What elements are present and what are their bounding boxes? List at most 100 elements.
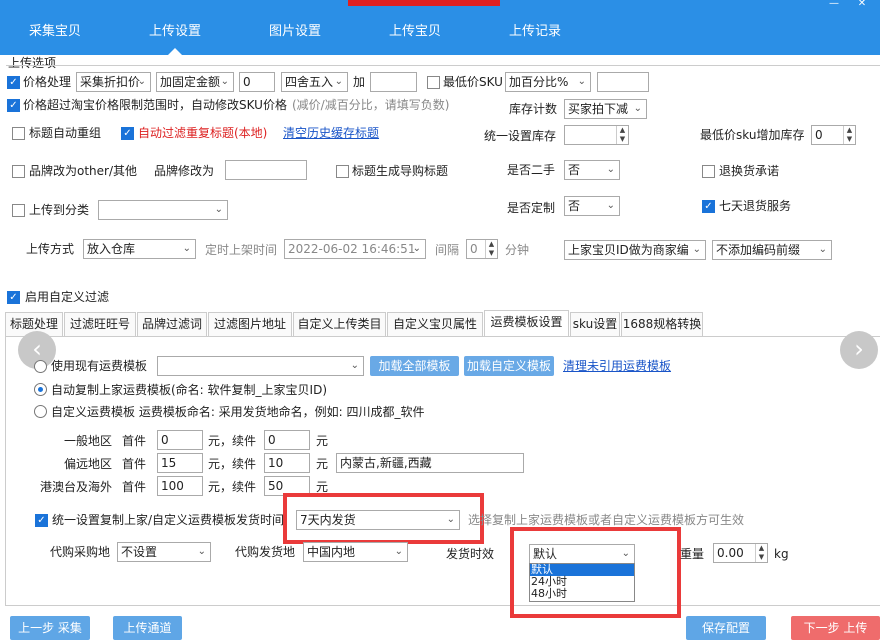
region-first-input[interactable]: 15	[157, 453, 203, 473]
min-sku-stock-input[interactable]: 0 ▲ ▼	[811, 125, 856, 145]
price-round-select[interactable]: 四舍五入 ⌄	[281, 72, 348, 92]
minimize-button[interactable]: —	[828, 0, 840, 9]
nav-tab-upload-records[interactable]: 上传记录	[485, 12, 585, 55]
next-step-button[interactable]: 下一步 上传	[791, 616, 880, 640]
upload-mode-select[interactable]: 放入仓库 ⌄	[83, 239, 196, 259]
title-reorg-label: 标题自动重组	[29, 126, 102, 140]
tab-custom-attr[interactable]: 自定义宝贝属性	[387, 312, 483, 337]
auto-copy-radio[interactable]	[34, 383, 47, 396]
nav-tab-upload-items[interactable]: 上传宝贝	[365, 12, 465, 55]
seven-days-checkbox[interactable]: ✓	[702, 200, 715, 213]
price-add-input[interactable]	[370, 72, 417, 92]
lowest-sku-mode-select[interactable]: 加百分比% ⌄	[505, 72, 591, 92]
stepper-icon[interactable]: ▲ ▼	[616, 126, 628, 144]
tab-filter-image[interactable]: 过滤图片地址	[208, 312, 292, 337]
prev-step-button[interactable]: 上一步 采集	[10, 616, 90, 640]
title-filter-checkbox[interactable]: ✓	[121, 127, 134, 140]
category-select[interactable]: ⌄	[98, 200, 228, 220]
tab-freight[interactable]: 运费模板设置	[484, 310, 569, 337]
price-limit-checkbox[interactable]: ✓	[7, 99, 20, 112]
price-label: 价格处理	[23, 75, 72, 89]
prefix-select[interactable]: 不添加编码前缀 ⌄	[712, 240, 832, 260]
weight-unit: kg	[774, 547, 789, 561]
load-all-button[interactable]: 加载全部模板	[370, 356, 459, 376]
tab-1688-spec[interactable]: 1688规格转换	[621, 312, 703, 337]
price-op-select[interactable]: 加固定金额 ⌄	[156, 72, 234, 92]
category-checkbox[interactable]	[12, 204, 25, 217]
region-cont-label: 元，续件	[208, 480, 257, 494]
guide-title-checkbox[interactable]	[336, 165, 349, 178]
nav-tab-collect[interactable]: 采集宝贝	[5, 12, 105, 55]
lowest-sku-checkbox[interactable]	[427, 76, 440, 89]
brand-other-checkbox[interactable]	[12, 165, 25, 178]
upload-channel-button[interactable]: 上传通道	[113, 616, 182, 640]
clear-cache-link[interactable]: 清空历史缓存标题	[283, 124, 379, 142]
clean-unused-link[interactable]: 清理未引用运费模板	[563, 357, 671, 375]
tab-brand-filter[interactable]: 品牌过滤词	[137, 312, 207, 337]
save-config-button[interactable]: 保存配置	[686, 616, 766, 640]
min-sku-stock-label: 最低价sku增加库存	[700, 128, 805, 142]
tab-filter-wangwang[interactable]: 过滤旺旺号	[64, 312, 136, 337]
merchant-code-select[interactable]: 上家宝贝ID做为商家编 ⌄	[564, 240, 706, 260]
custom-made-select[interactable]: 否 ⌄	[564, 196, 620, 216]
region-first-input[interactable]: 0	[157, 430, 203, 450]
region-first-label: 首件	[122, 480, 147, 494]
price-add-label: 加	[353, 75, 366, 89]
timeliness-dropdown: 默认 24小时 48小时	[529, 563, 635, 602]
custom-template-radio[interactable]	[34, 405, 47, 418]
dropdown-option[interactable]: 48小时	[530, 588, 634, 600]
auto-copy-label: 自动复制上家运费模板(命名: 软件复制_上家宝贝ID)	[51, 383, 328, 397]
price-value-input[interactable]: 0	[239, 72, 275, 92]
ship-time-checkbox[interactable]: ✓	[35, 514, 48, 527]
region-name: 一般地区	[64, 434, 113, 448]
region-first-input[interactable]: 100	[157, 476, 203, 496]
tab-sku[interactable]: sku设置	[570, 312, 620, 337]
return-promise-checkbox[interactable]	[702, 165, 715, 178]
title-filter-label: 自动过滤重复标题(本地)	[138, 126, 268, 140]
nav-tab-image-settings[interactable]: 图片设置	[245, 12, 345, 55]
brand-change-input[interactable]	[225, 160, 307, 180]
close-button[interactable]: ✕	[856, 0, 868, 9]
return-promise-label: 退换货承诺	[719, 164, 780, 178]
purchase-label: 代购采购地	[50, 545, 111, 559]
stepper-icon[interactable]: ▲ ▼	[843, 126, 855, 144]
region-cont-label: 元，续件	[208, 457, 257, 471]
ship-from-label: 代购发货地	[235, 545, 296, 559]
ship-from-select[interactable]: 中国内地 ⌄	[303, 542, 408, 562]
weight-input[interactable]: 0.00 ▲ ▼	[713, 543, 768, 563]
region-cont-input[interactable]: 10	[264, 453, 310, 473]
guide-title-label: 标题生成导购标题	[352, 164, 449, 178]
stock-count-select[interactable]: 买家拍下减 ⌄	[564, 99, 647, 119]
chevron-right-icon[interactable]: ›	[840, 331, 878, 369]
upload-mode-label: 上传方式	[26, 242, 75, 256]
region-unit: 元	[316, 434, 329, 448]
existing-template-select[interactable]: ⌄	[157, 356, 364, 376]
price-mode-select[interactable]: 采集折扣价 ⌄	[76, 72, 151, 92]
title-reorg-checkbox[interactable]	[12, 127, 25, 140]
stepper-icon[interactable]: ▲ ▼	[485, 240, 497, 258]
tab-custom-category[interactable]: 自定义上传类目	[293, 312, 386, 337]
secondhand-select[interactable]: 否 ⌄	[564, 160, 620, 180]
load-custom-button[interactable]: 加载自定义模板	[464, 356, 554, 376]
region-name: 港澳台及海外	[40, 480, 113, 494]
brand-other-label: 品牌改为other/其他	[29, 164, 138, 178]
price-checkbox[interactable]: ✓	[7, 76, 20, 89]
brand-change-label: 品牌修改为	[154, 164, 215, 178]
minute-label: 分钟	[505, 243, 530, 257]
seven-days-label: 七天退货服务	[719, 199, 792, 213]
timer-input[interactable]: 2022-06-02 16:46:51 ⌄	[284, 239, 426, 259]
remote-regions-input[interactable]: 内蒙古,新疆,西藏	[336, 453, 524, 473]
unify-stock-input[interactable]: ▲ ▼	[564, 125, 629, 145]
stepper-icon[interactable]: ▲ ▼	[755, 544, 767, 562]
timeliness-label: 发货时效	[446, 547, 495, 561]
lowest-sku-label: 最低价SKU	[443, 75, 503, 89]
use-existing-radio[interactable]	[34, 360, 47, 373]
nav-tab-upload-settings[interactable]: 上传设置	[125, 12, 225, 55]
timeliness-select[interactable]: 默认 ⌄	[529, 544, 635, 564]
custom-filter-label: 启用自定义过滤	[25, 290, 110, 304]
interval-input[interactable]: 0 ▲ ▼	[466, 239, 498, 259]
lowest-sku-value-input[interactable]	[597, 72, 649, 92]
purchase-select[interactable]: 不设置 ⌄	[117, 542, 211, 562]
custom-filter-checkbox[interactable]: ✓	[7, 291, 20, 304]
region-cont-input[interactable]: 0	[264, 430, 310, 450]
